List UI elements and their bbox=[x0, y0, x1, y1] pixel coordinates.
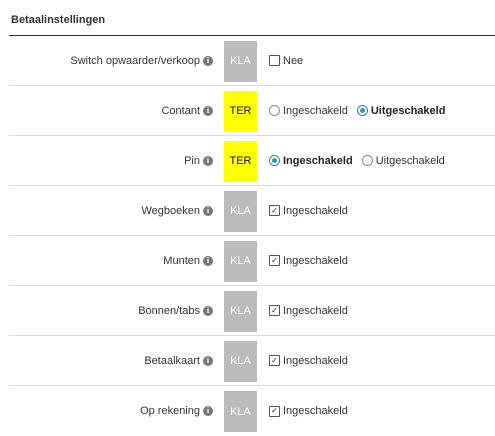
setting-label-text: Wegboeken bbox=[141, 204, 200, 217]
checkbox-label: Ingeschakeld bbox=[283, 254, 348, 267]
setting-label-text: Switch opwaarder/verkoop bbox=[70, 54, 200, 67]
checkbox-label: Ingeschakeld bbox=[283, 354, 348, 367]
radio-option-disabled[interactable]: Uitgeschakeld bbox=[356, 104, 446, 117]
info-icon[interactable]: i bbox=[203, 305, 213, 316]
info-icon[interactable]: i bbox=[203, 205, 213, 216]
checkbox-option[interactable]: ✓ Ingeschakeld bbox=[269, 355, 348, 367]
radio-button[interactable] bbox=[361, 155, 373, 166]
section-title: Betaalinstellingen bbox=[11, 14, 106, 26]
scope-badge: KLA bbox=[224, 190, 257, 232]
radio-option-disabled[interactable]: Uitgeschakeld bbox=[361, 154, 445, 167]
checkbox-option[interactable]: ✓ Ingeschakeld bbox=[269, 305, 348, 317]
setting-row-munten: Munten i KLA ✓ Ingeschakeld bbox=[9, 236, 495, 286]
setting-label: Contant i bbox=[161, 86, 213, 135]
setting-label-text: Pin bbox=[184, 154, 200, 167]
setting-label: Op rekening i bbox=[140, 386, 213, 436]
checkbox-label: Nee bbox=[283, 54, 304, 67]
setting-row-contant: Contant i TER Ingeschakeld Uitgeschakeld bbox=[9, 86, 495, 136]
radio-label: Ingeschakeld bbox=[283, 104, 348, 117]
info-icon[interactable]: i bbox=[203, 355, 213, 366]
scope-badge: TER bbox=[224, 140, 257, 182]
radio-button[interactable] bbox=[269, 155, 280, 166]
option-group: Ingeschakeld Uitgeschakeld bbox=[269, 136, 445, 185]
scope-badge: TER bbox=[224, 90, 257, 132]
option-group: Ingeschakeld Uitgeschakeld bbox=[269, 86, 445, 135]
radio-label: Ingeschakeld bbox=[283, 154, 353, 167]
setting-label: Switch opwaarder/verkoop i bbox=[70, 36, 213, 85]
radio-option-enabled[interactable]: Ingeschakeld bbox=[269, 155, 353, 167]
setting-label-text: Contant bbox=[161, 104, 200, 117]
checkbox-checked[interactable]: ✓ bbox=[269, 205, 280, 216]
radio-option-enabled[interactable]: Ingeschakeld bbox=[269, 105, 348, 117]
setting-label: Bonnen/tabs i bbox=[138, 286, 213, 335]
setting-label: Munten i bbox=[163, 236, 213, 285]
checkbox[interactable] bbox=[269, 55, 280, 66]
setting-row-switch: Switch opwaarder/verkoop i KLA Nee bbox=[9, 36, 495, 86]
info-icon[interactable]: i bbox=[203, 155, 213, 166]
checkbox-label: Ingeschakeld bbox=[283, 405, 348, 417]
option-group: ✓ Ingeschakeld bbox=[269, 386, 348, 436]
setting-label: Wegboeken i bbox=[141, 186, 213, 235]
scope-badge: KLA bbox=[224, 340, 257, 382]
info-icon[interactable]: i bbox=[203, 255, 213, 266]
checkbox-checked[interactable]: ✓ bbox=[269, 355, 280, 366]
radio-label: Uitgeschakeld bbox=[370, 104, 446, 117]
info-icon[interactable]: i bbox=[203, 55, 213, 66]
setting-label-text: Betaalkaart bbox=[144, 354, 200, 367]
scope-badge: KLA bbox=[224, 290, 257, 332]
checkbox-label: Ingeschakeld bbox=[283, 204, 348, 217]
option-group: ✓ Ingeschakeld bbox=[269, 286, 348, 335]
setting-label-text: Bonnen/tabs bbox=[138, 304, 200, 317]
scope-badge: KLA bbox=[224, 391, 257, 432]
scope-badge: KLA bbox=[224, 240, 257, 282]
setting-label-text: Op rekening bbox=[140, 405, 200, 417]
radio-button[interactable] bbox=[269, 105, 280, 116]
checkbox-checked[interactable]: ✓ bbox=[269, 255, 280, 266]
checkbox-option[interactable]: ✓ Ingeschakeld bbox=[269, 205, 348, 217]
info-icon[interactable]: i bbox=[203, 105, 213, 116]
checkbox-label: Ingeschakeld bbox=[283, 304, 348, 317]
checkbox-option[interactable]: ✓ Ingeschakeld bbox=[269, 405, 348, 417]
checkbox-checked[interactable]: ✓ bbox=[269, 405, 280, 417]
setting-row-pin: Pin i TER Ingeschakeld Uitgeschakeld bbox=[9, 136, 495, 186]
info-icon[interactable]: i bbox=[203, 406, 213, 416]
setting-label: Betaalkaart i bbox=[144, 336, 213, 385]
checkbox-option[interactable]: ✓ Ingeschakeld bbox=[269, 255, 348, 267]
checkbox-checked[interactable]: ✓ bbox=[269, 305, 280, 316]
radio-button[interactable] bbox=[356, 105, 368, 116]
checkbox-option[interactable]: Nee bbox=[269, 55, 303, 67]
radio-label: Uitgeschakeld bbox=[375, 154, 445, 167]
scope-badge: KLA bbox=[224, 40, 257, 82]
setting-row-betaalkaart: Betaalkaart i KLA ✓ Ingeschakeld bbox=[9, 336, 495, 386]
option-group: Nee bbox=[269, 36, 303, 85]
option-group: ✓ Ingeschakeld bbox=[269, 336, 348, 385]
setting-label-text: Munten bbox=[163, 254, 200, 267]
option-group: ✓ Ingeschakeld bbox=[269, 186, 348, 235]
setting-label: Pin i bbox=[184, 136, 213, 185]
option-group: ✓ Ingeschakeld bbox=[269, 236, 348, 285]
setting-row-wegboeken: Wegboeken i KLA ✓ Ingeschakeld bbox=[9, 186, 495, 236]
setting-row-op-rekening: Op rekening i KLA ✓ Ingeschakeld bbox=[9, 386, 495, 436]
setting-row-bonnen-tabs: Bonnen/tabs i KLA ✓ Ingeschakeld bbox=[9, 286, 495, 336]
